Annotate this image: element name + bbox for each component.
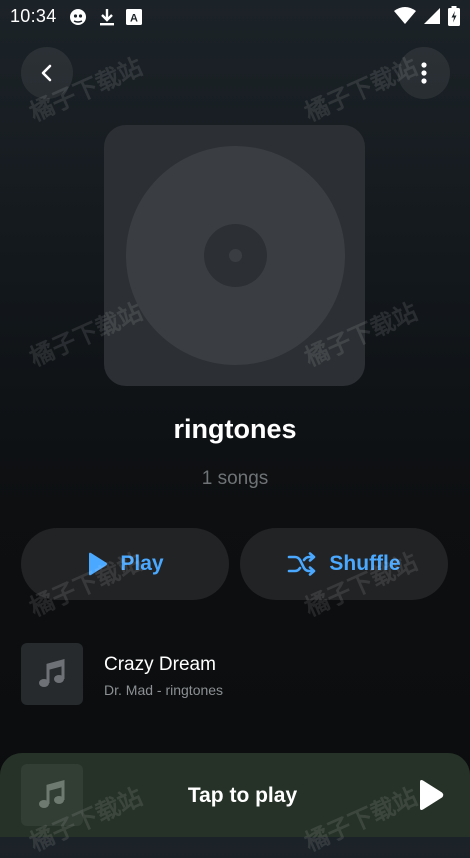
status-icons-left: A [68, 7, 142, 27]
chevron-left-icon [41, 64, 52, 82]
mini-player-play-button[interactable] [413, 777, 449, 813]
music-note-icon [39, 659, 65, 687]
mini-player[interactable]: Tap to play [0, 753, 470, 837]
shuffle-icon [288, 552, 316, 576]
shuffle-label: Shuffle [329, 552, 401, 575]
list-item[interactable]: Crazy Dream Dr. Mad - ringtones [21, 643, 449, 707]
status-icons-right [394, 6, 460, 26]
song-thumbnail [21, 643, 83, 705]
playlist-title: ringtones [173, 414, 297, 444]
more-vertical-icon [421, 62, 427, 84]
song-title: Crazy Dream [104, 654, 216, 675]
play-icon [420, 780, 444, 810]
disc-hub [204, 224, 267, 287]
bug-icon [68, 7, 88, 27]
song-count: 1 songs [201, 468, 269, 489]
download-icon [98, 7, 116, 27]
status-bar: 10:34 A [0, 0, 470, 32]
disc-icon [126, 146, 345, 365]
mini-player-text: Tap to play [187, 784, 298, 807]
wifi-icon [394, 7, 416, 25]
font-a-icon: A [126, 9, 142, 25]
battery-icon [448, 6, 460, 26]
disc-center [229, 249, 242, 262]
album-art [104, 125, 365, 386]
play-icon [89, 552, 108, 576]
svg-text:A: A [130, 13, 138, 25]
signal-icon [424, 7, 440, 25]
back-button[interactable] [21, 47, 73, 99]
play-button[interactable]: Play [21, 528, 229, 600]
song-subtitle: Dr. Mad - ringtones [104, 682, 224, 698]
more-options-button[interactable] [398, 47, 450, 99]
play-label: Play [120, 552, 164, 575]
shuffle-button[interactable]: Shuffle [240, 528, 448, 600]
status-time: 10:34 [10, 6, 57, 26]
